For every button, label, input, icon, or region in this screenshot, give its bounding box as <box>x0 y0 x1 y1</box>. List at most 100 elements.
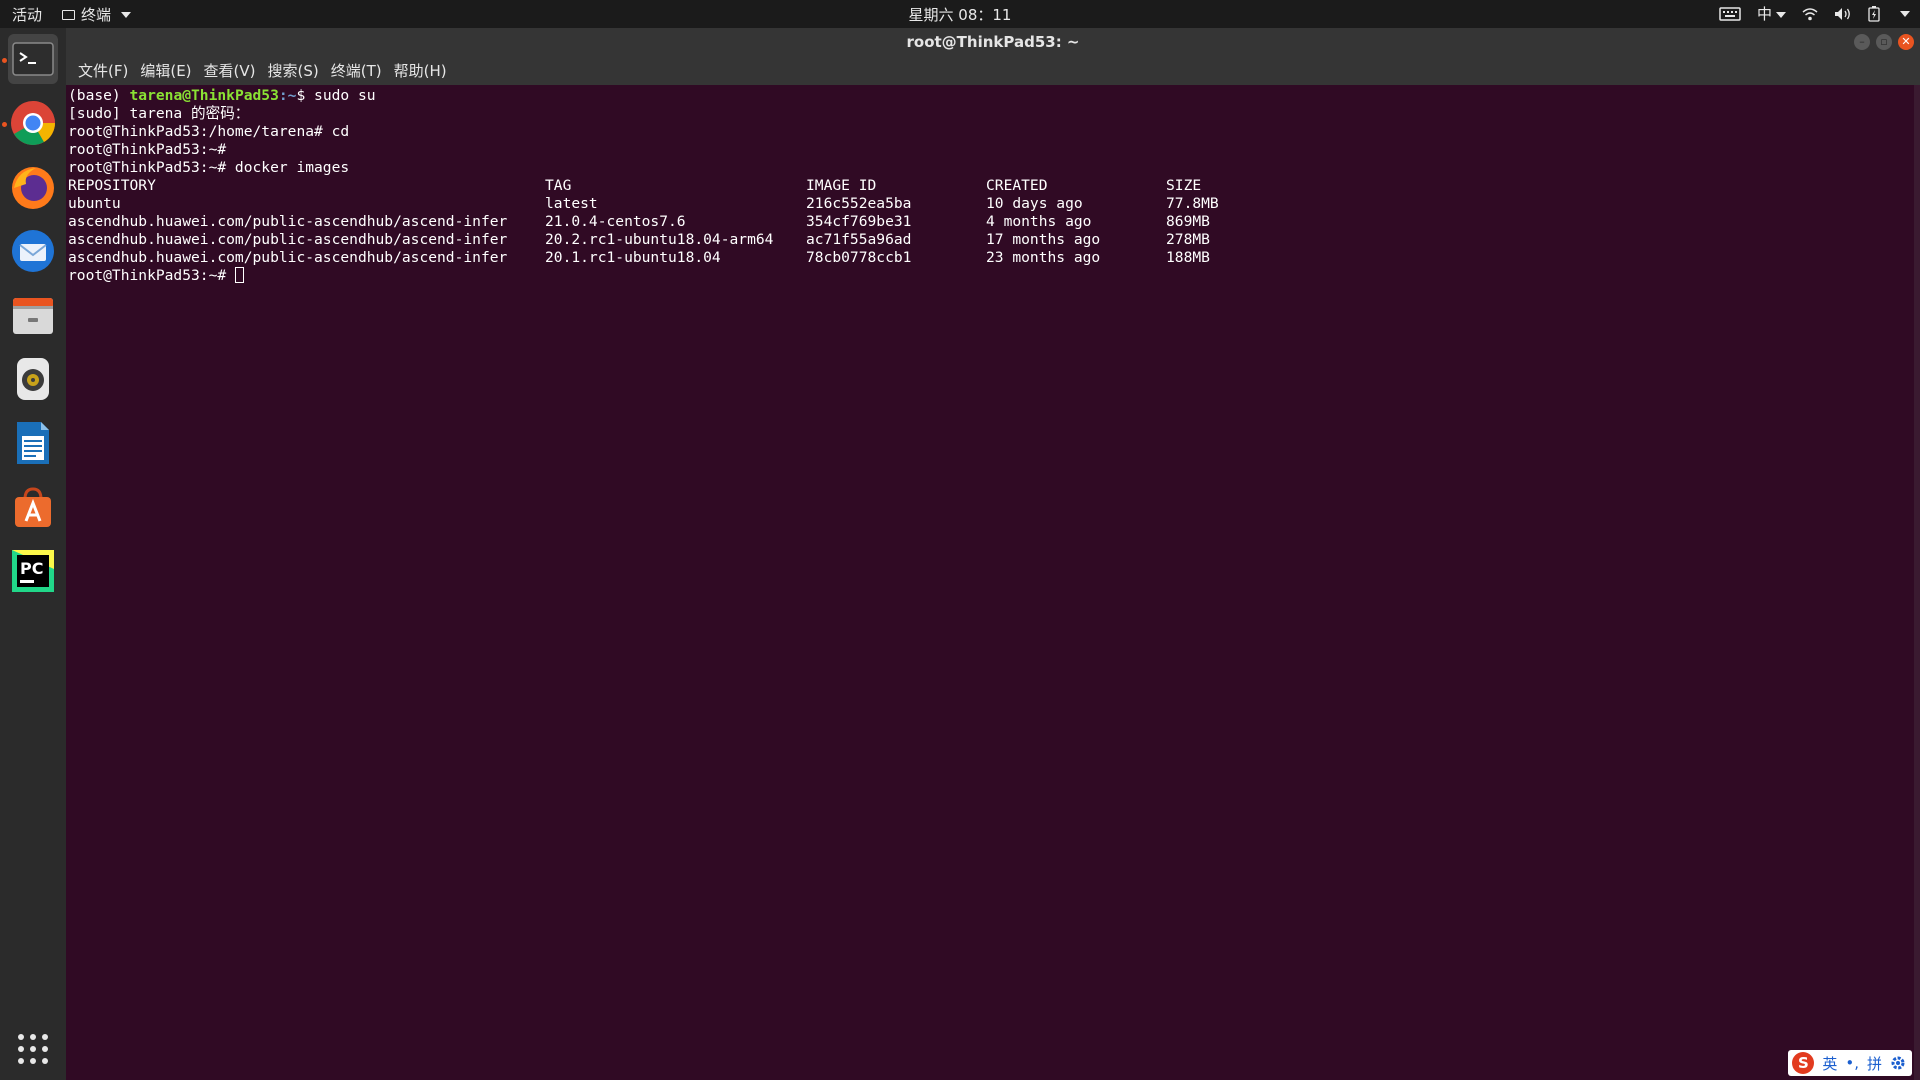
dock-files[interactable] <box>8 290 58 340</box>
dock: PC <box>0 28 66 1080</box>
shopping-bag-icon <box>15 487 51 527</box>
running-indicator <box>2 58 7 63</box>
ime-status-bar[interactable]: S 英 •, 拼 <box>1788 1050 1912 1076</box>
table-header: REPOSITORY TAG IMAGE ID CREATED SIZE <box>68 177 1914 195</box>
minimize-icon: – <box>1859 35 1865 48</box>
chevron-down-icon <box>1776 11 1786 18</box>
minimize-button[interactable]: – <box>1854 34 1870 50</box>
wifi-icon <box>1802 7 1818 20</box>
table-row: ascendhub.huawei.com/public-ascendhub/as… <box>68 249 1914 267</box>
prompt-path: :~ <box>278 87 297 104</box>
input-method-indicator[interactable]: 中 <box>1757 3 1786 24</box>
input-method-label: 中 <box>1756 5 1772 23</box>
chrome-icon <box>11 101 55 145</box>
table-row: ascendhub.huawei.com/public-ascendhub/as… <box>68 231 1914 249</box>
header-repository: REPOSITORY <box>68 177 156 194</box>
dock-chrome[interactable] <box>8 98 58 148</box>
top-bar: 活动 终端 星期六 08：11 中 <box>0 0 1920 28</box>
cell-image-id: 78cb0778ccb1 <box>806 249 912 266</box>
cell-size: 278MB <box>1166 231 1210 248</box>
menu-search[interactable]: 搜索(S) <box>262 60 325 81</box>
dock-terminal[interactable] <box>8 34 58 84</box>
cell-tag: 21.0.4-centos7.6 <box>545 213 686 230</box>
dock-rhythmbox[interactable] <box>8 354 58 404</box>
ime-punctuation-toggle[interactable]: •, <box>1845 1054 1859 1072</box>
terminal-scrollbar[interactable] <box>1914 85 1920 1080</box>
document-icon <box>17 422 49 464</box>
files-icon <box>13 298 53 334</box>
cell-size: 77.8MB <box>1166 195 1219 212</box>
dock-firefox[interactable] <box>8 162 58 212</box>
terminal-line: root@ThinkPad53:/home/tarena# cd <box>68 123 350 140</box>
close-button[interactable]: ✕ <box>1898 34 1914 50</box>
terminal-line: [sudo] tarena 的密码： <box>68 105 250 122</box>
window-title: root@ThinkPad53: ~ <box>906 33 1080 51</box>
menu-view[interactable]: 查看(V) <box>198 60 262 81</box>
cell-repository: ascendhub.huawei.com/public-ascendhub/as… <box>68 213 508 230</box>
cell-repository: ubuntu <box>68 195 121 212</box>
dock-pycharm[interactable]: PC <box>8 546 58 596</box>
cell-tag: 20.2.rc1-ubuntu18.04-arm64 <box>545 231 774 248</box>
battery-icon <box>1868 5 1880 22</box>
clock[interactable]: 星期六 08：11 <box>0 4 1920 25</box>
maximize-icon: ▫ <box>1880 35 1888 48</box>
cell-image-id: ac71f55a96ad <box>806 231 912 248</box>
volume-icon <box>1835 7 1850 20</box>
header-size: SIZE <box>1166 177 1202 194</box>
system-tray[interactable]: 中 <box>1719 3 1910 24</box>
sogou-logo-icon[interactable]: S <box>1792 1052 1815 1074</box>
window-titlebar[interactable]: root@ThinkPad53: ~ – ▫ ✕ <box>66 28 1920 56</box>
conda-env: (base) <box>68 87 130 104</box>
terminal-line: root@ThinkPad53:~# <box>68 141 227 158</box>
cell-repository: ascendhub.huawei.com/public-ascendhub/as… <box>68 249 508 266</box>
dock-thunderbird[interactable] <box>8 226 58 276</box>
close-icon: ✕ <box>1901 35 1911 48</box>
running-indicator <box>2 122 7 127</box>
svg-text:PC: PC <box>20 559 43 578</box>
table-row: ascendhub.huawei.com/public-ascendhub/as… <box>68 213 1914 231</box>
clock-label: 星期六 08：11 <box>908 6 1012 24</box>
cell-image-id: 354cf769be31 <box>806 213 912 230</box>
cell-image-id: 216c552ea5ba <box>806 195 912 212</box>
menu-file[interactable]: 文件(F) <box>72 60 134 81</box>
dock-libreoffice-writer[interactable] <box>8 418 58 468</box>
cell-created: 4 months ago <box>986 213 1092 230</box>
prompt-command: $ sudo su <box>296 87 376 104</box>
gear-icon[interactable] <box>1890 1055 1906 1071</box>
header-created: CREATED <box>986 177 1048 194</box>
show-applications-button[interactable] <box>8 1024 58 1074</box>
menu-help[interactable]: 帮助(H) <box>388 60 453 81</box>
ime-language-toggle[interactable]: 英 <box>1822 1053 1837 1074</box>
cell-size: 188MB <box>1166 249 1210 266</box>
menu-terminal[interactable]: 终端(T) <box>325 60 388 81</box>
maximize-button[interactable]: ▫ <box>1876 34 1892 50</box>
current-prompt: root@ThinkPad53:~# <box>68 267 235 284</box>
terminal-input-line[interactable]: root@ThinkPad53:~# <box>68 267 1914 285</box>
cell-created: 17 months ago <box>986 231 1101 248</box>
thunderbird-icon <box>12 230 54 272</box>
dock-software-center[interactable] <box>8 482 58 532</box>
terminal-output[interactable]: (base) tarena@ThinkPad53:~$ sudo su [sud… <box>66 85 1914 1080</box>
system-menu-chevron-icon[interactable] <box>1900 10 1910 17</box>
cell-size: 869MB <box>1166 213 1210 230</box>
firefox-icon <box>12 167 54 209</box>
cell-tag: latest <box>545 195 598 212</box>
app-grid-icon <box>18 1034 48 1064</box>
menu-edit[interactable]: 编辑(E) <box>134 60 197 81</box>
text-cursor <box>234 267 244 283</box>
terminal-line: root@ThinkPad53:~# docker images <box>68 159 350 176</box>
ime-mode-toggle[interactable]: 拼 <box>1867 1053 1882 1074</box>
menu-bar: 文件(F) 编辑(E) 查看(V) 搜索(S) 终端(T) 帮助(H) <box>66 56 1920 85</box>
cell-repository: ascendhub.huawei.com/public-ascendhub/as… <box>68 231 508 248</box>
terminal-icon <box>12 42 54 76</box>
terminal-line: (base) tarena@ThinkPad53:~$ sudo su <box>68 87 1914 105</box>
cell-created: 23 months ago <box>986 249 1101 266</box>
prompt-user: tarena@ThinkPad53 <box>129 87 279 104</box>
table-row: ubuntu latest 216c552ea5ba 10 days ago 7… <box>68 195 1914 213</box>
header-tag: TAG <box>545 177 572 194</box>
cell-created: 10 days ago <box>986 195 1083 212</box>
window-controls: – ▫ ✕ <box>1854 34 1914 50</box>
pycharm-icon: PC <box>12 550 54 592</box>
keyboard-icon[interactable] <box>1719 6 1741 21</box>
cell-tag: 20.1.rc1-ubuntu18.04 <box>545 249 721 266</box>
